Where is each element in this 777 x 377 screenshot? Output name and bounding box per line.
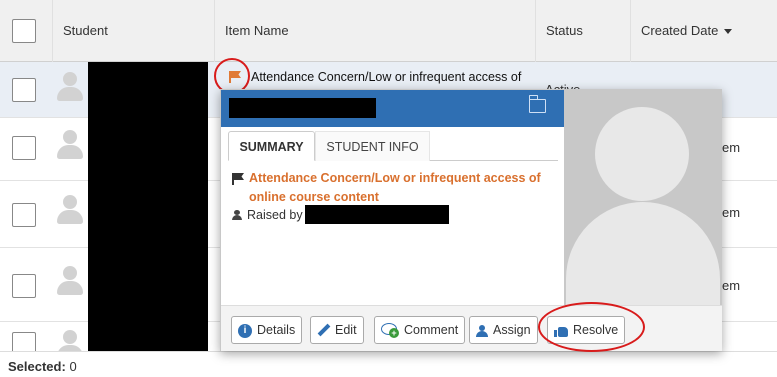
info-icon: i <box>238 323 252 338</box>
header-item-name-label: Item Name <box>225 23 289 38</box>
details-label: Details <box>257 323 296 337</box>
item-popover: SUMMARY STUDENT INFO Attendance Concern/… <box>220 89 722 351</box>
table-header: Student Item Name Status Created Date <box>0 0 777 62</box>
raised-by-label: Raised by <box>247 208 303 222</box>
annotation-circle-resolve <box>538 302 645 352</box>
header-status-label: Status <box>546 23 583 38</box>
selected-value: 0 <box>69 359 77 374</box>
student-photo-placeholder <box>564 90 722 305</box>
student-avatar <box>55 72 85 106</box>
tab-summary[interactable]: SUMMARY <box>228 131 315 161</box>
redacted-popover-title <box>229 98 376 118</box>
comment-button[interactable]: Comment <box>374 316 466 344</box>
row-checkbox[interactable] <box>12 203 36 227</box>
summary-item-title: Attendance Concern/Low or infrequent acc… <box>249 171 541 204</box>
pencil-icon <box>317 324 330 337</box>
popover-actions: iDetails Edit Comment Assign Resolve <box>221 305 722 351</box>
redacted-student-name <box>88 181 208 248</box>
header-item-name[interactable]: Item Name <box>214 0 535 62</box>
row-checkbox[interactable] <box>12 274 36 298</box>
redacted-raised-by-name <box>305 205 449 224</box>
select-all-checkbox[interactable] <box>12 19 36 43</box>
assign-user-icon <box>476 324 488 337</box>
details-button[interactable]: i Details <box>231 316 303 344</box>
created-date-cell: em <box>722 205 741 220</box>
student-avatar <box>55 266 85 300</box>
row-checkbox[interactable] <box>12 136 36 160</box>
raised-by: Raised by <box>232 208 303 222</box>
selected-count: Selected: 0 <box>8 359 77 374</box>
header-status[interactable]: Status <box>535 0 630 62</box>
summary-flag-icon <box>232 173 244 185</box>
folder-icon[interactable] <box>528 95 546 113</box>
popover-header <box>221 90 564 127</box>
redacted-student-name <box>88 118 208 181</box>
assign-label: Assign <box>493 323 531 337</box>
item-name-link[interactable]: Attendance Concern/Low or infrequent acc… <box>251 70 521 84</box>
assign-button[interactable]: Assign <box>469 316 538 344</box>
created-date-cell: em <box>722 140 741 155</box>
header-created-date[interactable]: Created Date <box>630 0 777 62</box>
comment-label: Comment <box>404 323 459 337</box>
edit-button[interactable]: Edit <box>310 316 364 344</box>
sort-desc-icon <box>724 29 733 35</box>
header-student-label: Student <box>63 23 108 38</box>
selected-label: Selected: <box>8 359 66 374</box>
created-date-cell: em <box>722 278 741 293</box>
student-avatar <box>55 195 85 229</box>
row-checkbox[interactable] <box>12 78 36 102</box>
edit-label: Edit <box>335 323 357 337</box>
student-avatar <box>55 130 85 164</box>
tab-student-info[interactable]: STUDENT INFO <box>315 131 430 161</box>
user-icon <box>232 210 242 220</box>
header-student[interactable]: Student <box>52 0 214 62</box>
redacted-student-name <box>88 322 208 351</box>
comment-icon <box>381 323 399 339</box>
student-avatar <box>55 330 85 351</box>
redacted-student-name <box>88 248 208 322</box>
redacted-student-name <box>88 62 208 118</box>
header-created-date-label: Created Date <box>641 23 719 38</box>
popover-tabs: SUMMARY STUDENT INFO <box>228 131 558 161</box>
row-checkbox[interactable] <box>12 332 36 351</box>
header-select-all-cell <box>0 0 52 62</box>
